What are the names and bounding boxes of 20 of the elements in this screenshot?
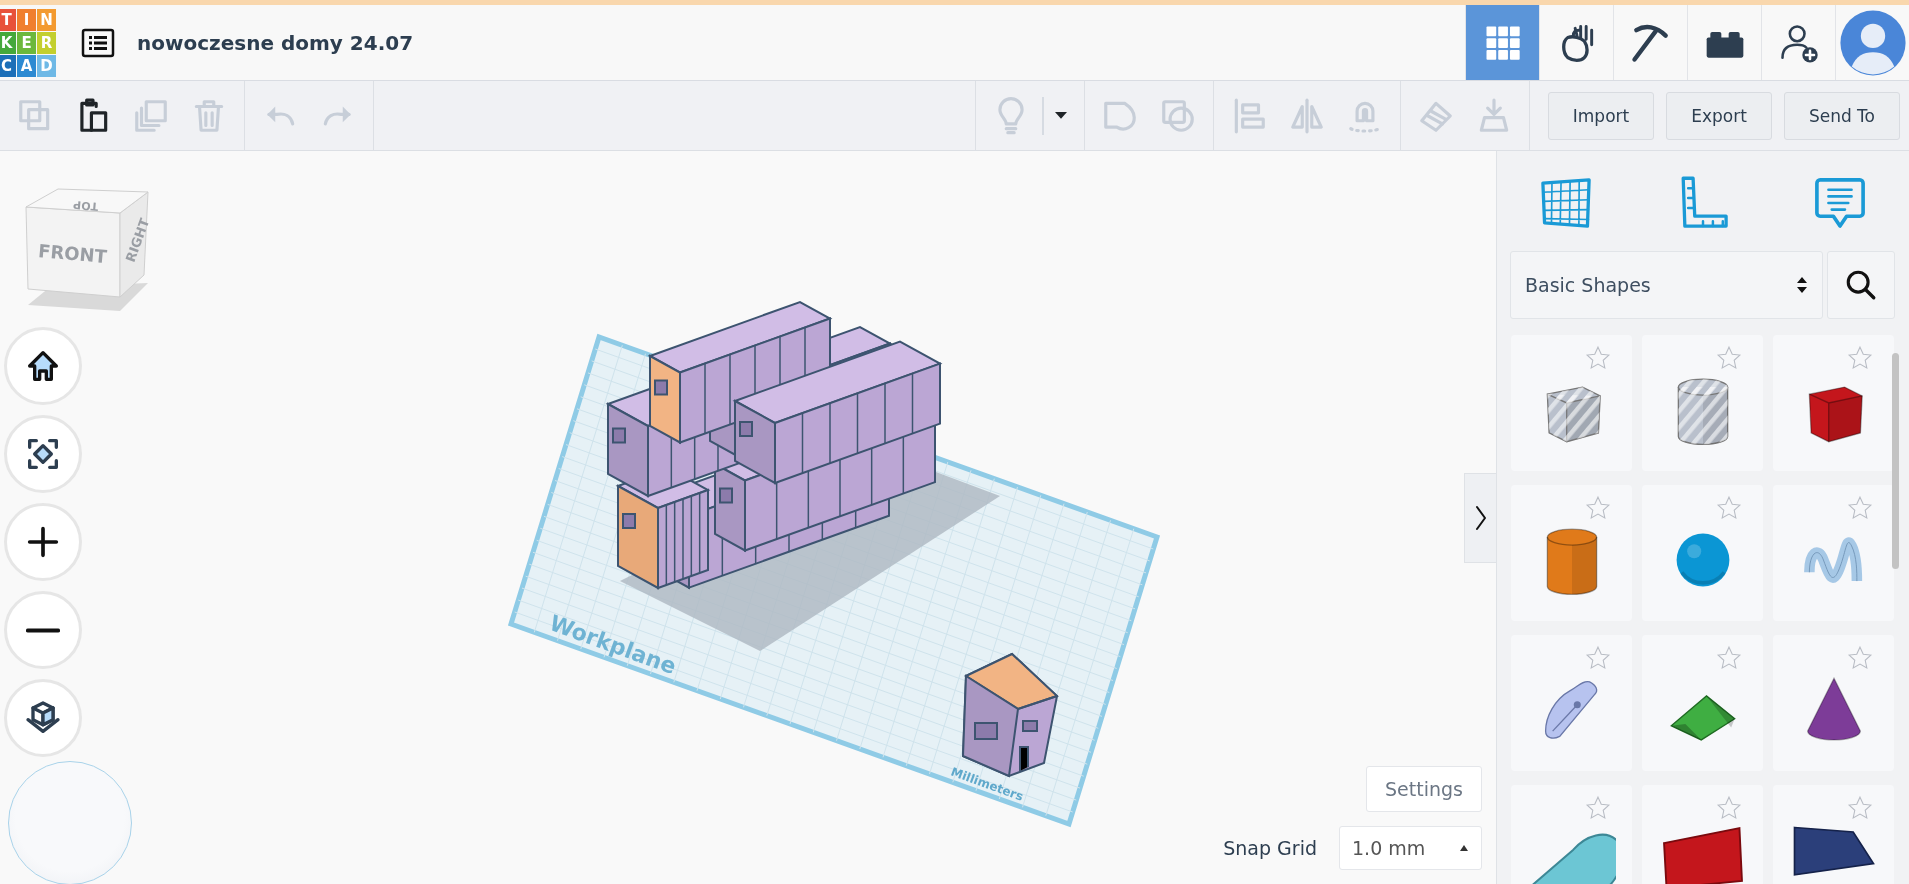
logo-letter: A — [17, 54, 36, 77]
logo-letter: C — [0, 54, 16, 77]
send-to-button[interactable]: Send To — [1783, 91, 1900, 140]
export-button[interactable]: Export — [1666, 91, 1772, 140]
logo-letter: I — [17, 8, 36, 31]
settings-button[interactable]: Settings — [1366, 766, 1482, 812]
snap-grid-select[interactable]: 1.0 mm — [1339, 826, 1482, 870]
logo-letter: R — [37, 31, 56, 54]
shape-category-select[interactable]: Basic Shapes — [1510, 251, 1823, 319]
design-title[interactable]: nowoczesne domy 24.07 — [137, 30, 414, 55]
logo-letter: T — [0, 8, 16, 31]
logo-letter: E — [17, 31, 36, 54]
cube-front-label: FRONT — [37, 240, 108, 267]
tinkercad-logo[interactable]: T I N K E R C A D — [0, 8, 56, 77]
cube-top-label: TOP — [72, 197, 99, 214]
logo-letter: D — [37, 54, 56, 77]
snap-grid-label: Snap Grid — [1223, 837, 1317, 859]
import-button[interactable]: Import — [1547, 91, 1655, 140]
logo-letter: K — [0, 31, 16, 54]
logo-letter: N — [37, 8, 56, 31]
